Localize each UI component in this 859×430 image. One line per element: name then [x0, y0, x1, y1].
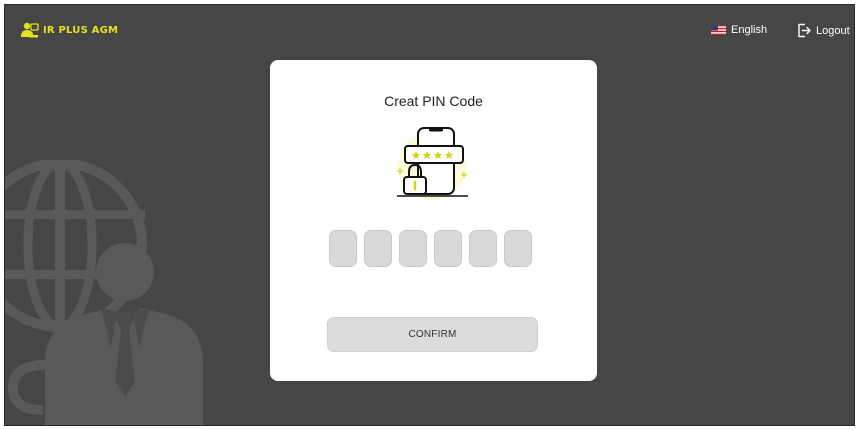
logout-icon [798, 23, 811, 38]
pin-digit-4[interactable] [434, 230, 462, 267]
logout-label: Logout [816, 24, 850, 37]
pin-digit-2[interactable] [364, 230, 392, 267]
confirm-button[interactable]: CONFIRM [327, 317, 538, 352]
brand-logo[interactable]: IR PLUS AGM [19, 21, 118, 39]
presenter-icon [21, 22, 39, 38]
pin-input-group [329, 230, 532, 267]
logout-button[interactable]: Logout [797, 23, 850, 38]
phone-pin-lock-icon [397, 127, 468, 200]
pin-digit-6[interactable] [504, 230, 532, 267]
dialog-title: Creat PIN Code [384, 93, 483, 109]
pin-digit-1[interactable] [329, 230, 357, 267]
brand-name: IR PLUS AGM [43, 24, 119, 36]
pin-digit-3[interactable] [399, 230, 427, 267]
pin-digit-5[interactable] [469, 230, 497, 267]
us-flag-icon [711, 25, 726, 35]
globe-businessman-icon [5, 160, 203, 425]
language-label: English [731, 24, 768, 36]
app-window: IR PLUS AGM English Logout Creat PIN Cod… [4, 4, 855, 426]
language-selector[interactable]: English [711, 24, 767, 36]
create-pin-dialog: Creat PIN Code CONFIRM [270, 60, 597, 381]
